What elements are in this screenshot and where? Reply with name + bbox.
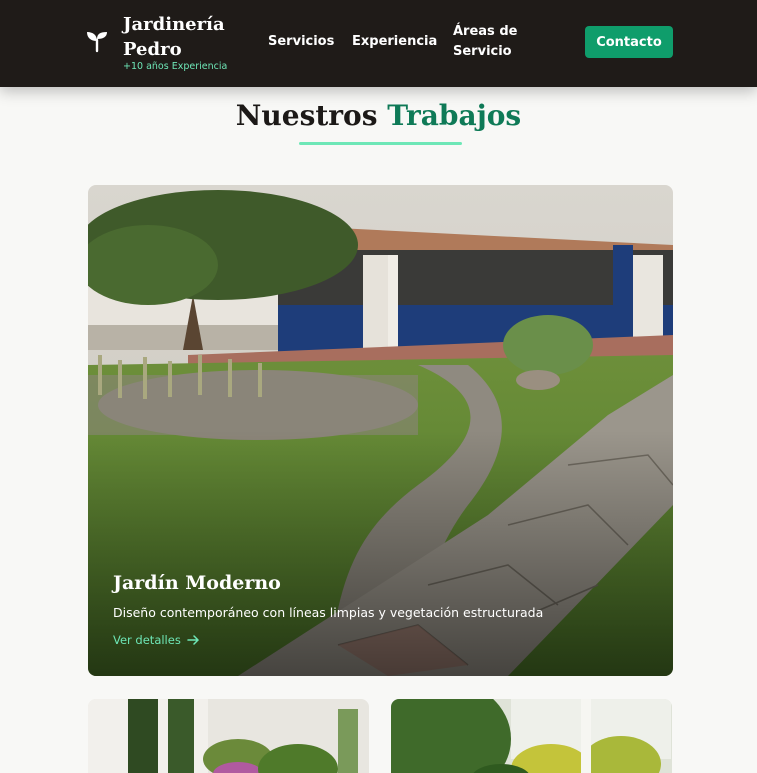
featured-description: Diseño contemporáneo con líneas limpias … — [113, 605, 544, 620]
project-card-2[interactable] — [88, 699, 369, 773]
section-title-accent: Trabajos — [387, 99, 522, 132]
nav-link-areas-de-servicio[interactable]: Áreas de Servicio — [453, 22, 533, 62]
section-title: Nuestros Trabajos — [0, 99, 757, 132]
sprout-icon[interactable] — [85, 29, 109, 53]
arrow-right-icon — [187, 635, 199, 645]
view-details-label: Ver detalles — [113, 633, 181, 647]
nav-link-experiencia[interactable]: Experiencia — [352, 32, 437, 52]
title-underline — [299, 142, 462, 145]
section-title-main: Nuestros — [235, 99, 378, 132]
nav-link-servicios[interactable]: Servicios — [268, 32, 334, 52]
garden-photo-2 — [88, 699, 369, 773]
site-header: Jardinería Pedro +10 años Experiencia Se… — [0, 0, 757, 87]
contact-button[interactable]: Contacto — [585, 26, 673, 58]
project-card-3[interactable] — [391, 699, 672, 773]
featured-project-card[interactable]: Jardín Moderno Diseño contemporáneo con … — [88, 185, 673, 676]
brand-tagline: +10 años Experiencia — [123, 61, 228, 72]
garden-photo-3 — [391, 699, 672, 773]
featured-title: Jardín Moderno — [113, 572, 281, 594]
card-overlay — [88, 185, 673, 676]
brand-name[interactable]: Jardinería Pedro — [123, 12, 243, 62]
view-details-link[interactable]: Ver detalles — [113, 633, 200, 647]
